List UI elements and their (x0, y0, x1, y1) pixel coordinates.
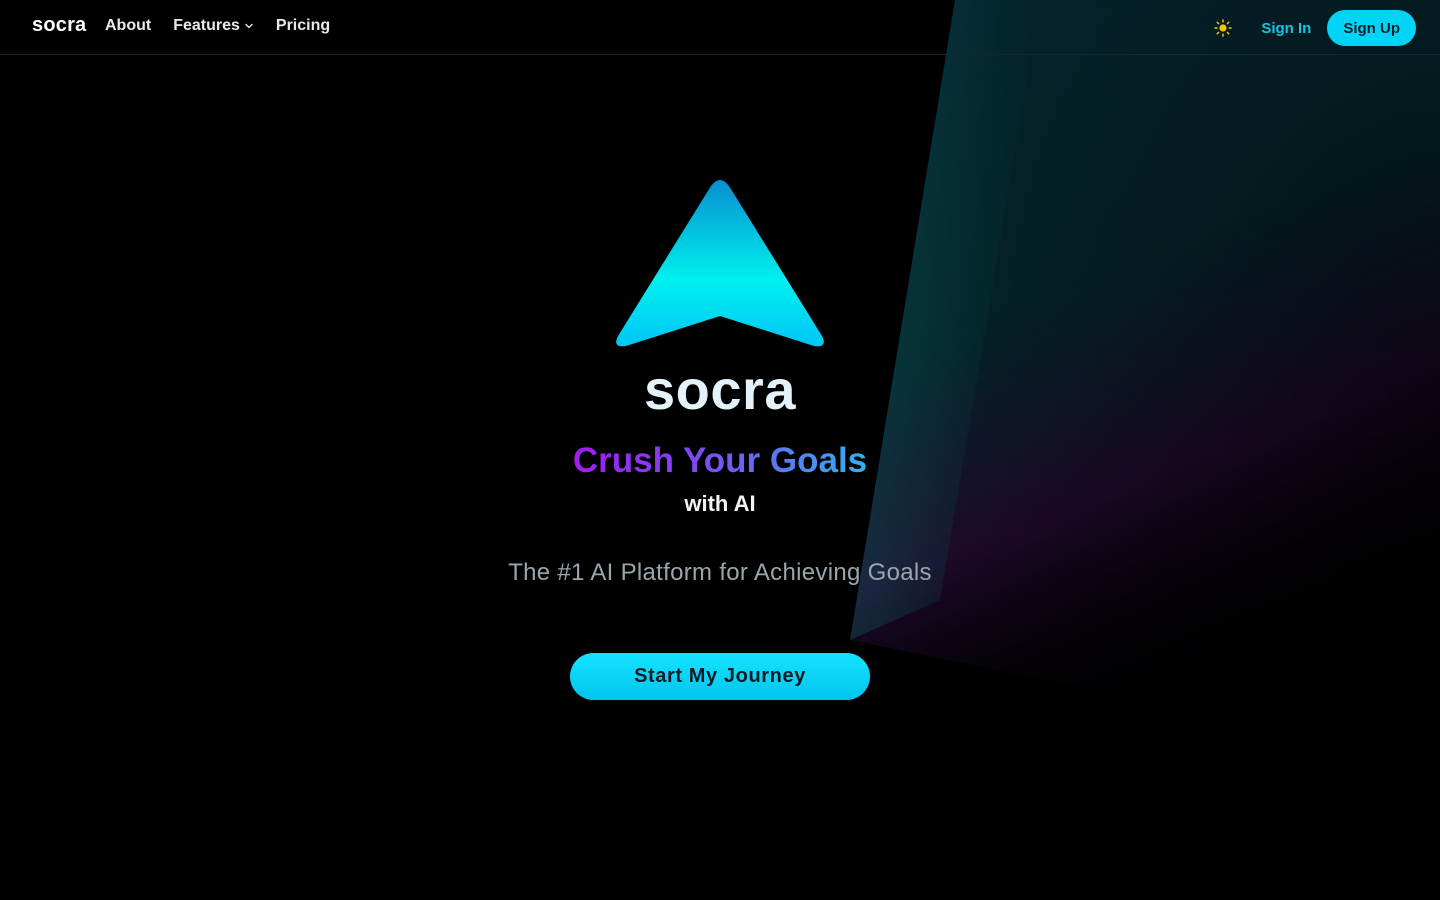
nav-link-pricing-label: Pricing (275, 17, 331, 34)
nav-link-pricing[interactable]: Pricing (276, 17, 330, 35)
nav-links: About Features Pricing (105, 17, 330, 35)
nav-link-about[interactable]: About (105, 17, 151, 35)
sign-up-button[interactable]: Sign Up (1327, 10, 1416, 46)
hero-tagline: The #1 AI Platform for Achieving Goals (508, 559, 932, 586)
theme-toggle-button[interactable] (1213, 18, 1233, 38)
page: socra About Features Pricing Sign In Sig… (0, 0, 1440, 900)
nav-link-features-label: Features (173, 17, 240, 34)
navbar: socra About Features Pricing Sign In Sig… (0, 0, 1440, 55)
nav-actions: Sign In Sign Up (1213, 10, 1416, 46)
brand-logo-link[interactable]: socra (32, 14, 86, 37)
hero-headline-text: Crush Your Goals (572, 441, 868, 480)
sun-icon (1214, 19, 1233, 37)
nav-link-about-label: About (105, 17, 152, 34)
hero-headline: Crush Your Goals (0, 440, 1440, 482)
hero-wordmark: socra (644, 358, 796, 421)
hero-subheadline: with AI (684, 491, 756, 516)
chevron-down-icon (245, 23, 253, 29)
start-journey-button[interactable]: Start My Journey (570, 653, 870, 700)
sign-in-link[interactable]: Sign In (1261, 20, 1311, 37)
nav-link-features[interactable]: Features (173, 17, 254, 35)
arrow-up-logo-icon (616, 180, 824, 347)
